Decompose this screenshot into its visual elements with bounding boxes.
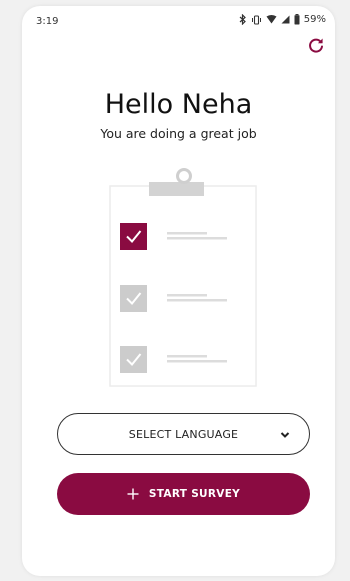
chevron-down-icon xyxy=(280,432,290,438)
status-bar: 3:19 59% xyxy=(22,6,335,34)
clipboard-checklist-illustration xyxy=(109,168,257,387)
page-subtitle: You are doing a great job xyxy=(100,126,257,141)
page-title: Hello Neha xyxy=(104,89,253,120)
battery-percent: 59% xyxy=(303,14,326,25)
status-time: 3:19 xyxy=(36,16,59,27)
signal-icon xyxy=(281,15,290,24)
checkbox-checked-icon xyxy=(120,285,147,312)
wifi-icon xyxy=(266,15,277,24)
plus-icon xyxy=(127,488,139,500)
bluetooth-icon xyxy=(239,14,246,25)
app-screen: 3:19 59% Hello Neha You are doing a grea… xyxy=(22,6,335,576)
status-icons: 59% xyxy=(239,14,326,25)
select-language-label: SELECT LANGUAGE xyxy=(128,427,239,441)
battery-icon xyxy=(294,14,300,25)
start-survey-button[interactable]: START SURVEY xyxy=(57,473,310,515)
checkbox-checked-icon xyxy=(120,223,147,250)
vibrate-icon xyxy=(251,14,261,25)
checkbox-checked-icon xyxy=(120,346,147,373)
refresh-icon[interactable] xyxy=(307,36,325,54)
select-language-button[interactable]: SELECT LANGUAGE xyxy=(57,413,310,455)
start-survey-label: START SURVEY xyxy=(148,488,241,500)
